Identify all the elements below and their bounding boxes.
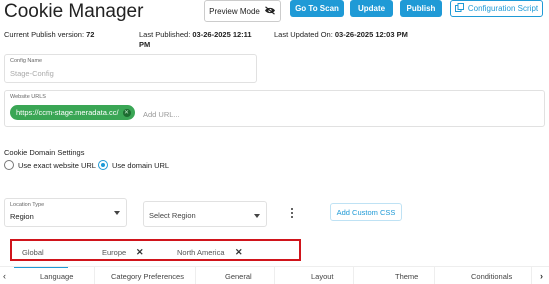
location-type-select[interactable]: Location Type Region [4, 198, 127, 227]
preview-mode-label: Preview Mode [209, 6, 260, 16]
last-published: Last Published: 03-26-2025 12:11 PM [139, 30, 263, 50]
go-to-scan-button[interactable]: Go To Scan [290, 0, 344, 17]
settings-tabs: ‹ Language Category Preferences General … [0, 266, 549, 284]
add-custom-css-button[interactable]: Add Custom CSS [330, 203, 402, 221]
tab-divider [531, 267, 532, 284]
chevron-down-icon [254, 214, 260, 218]
current-publish-value: 72 [86, 30, 95, 39]
last-updated-value: 03-26-2025 12:03 PM [334, 30, 408, 39]
tab-general[interactable]: General [225, 272, 252, 281]
last-updated-label: Last Updated On: [274, 30, 333, 39]
configuration-script-label: Configuration Script [467, 4, 539, 13]
config-name-label: Config Name [10, 58, 43, 64]
region-select-placeholder: Select Region [149, 211, 196, 220]
selected-regions: Global Europe ✕ North America ✕ [10, 239, 301, 261]
region-tag-global: Global [22, 248, 44, 257]
location-type-value: Region [10, 212, 34, 221]
last-published-label: Last Published: [139, 30, 191, 39]
tab-divider [94, 267, 95, 284]
page-title: Cookie Manager [4, 1, 144, 22]
tab-layout[interactable]: Layout [311, 272, 334, 281]
last-updated: Last Updated On: 03-26-2025 12:03 PM [274, 30, 424, 40]
remove-north-america-icon[interactable]: ✕ [235, 247, 243, 258]
config-name-field[interactable]: Config Name Stage-Config [4, 54, 257, 83]
tab-theme[interactable]: Theme [395, 272, 418, 281]
chip-remove-icon[interactable]: ✕ [122, 108, 131, 117]
chevron-right-icon[interactable]: › [540, 271, 543, 281]
radio-unchecked-icon[interactable] [4, 160, 14, 170]
region-select[interactable]: Select Region [143, 201, 267, 227]
eye-slash-icon [264, 5, 276, 17]
radio-exact-url-label: Use exact website URL [18, 160, 96, 170]
region-tag-europe: Europe [102, 248, 127, 257]
region-tag-north-america: North America [177, 248, 225, 257]
tab-divider [353, 267, 354, 284]
website-urls-field[interactable]: Website URLS https://ccm-stage.meradata.… [4, 90, 545, 127]
location-type-label: Location Type [10, 202, 45, 208]
active-tab-indicator [14, 267, 68, 268]
publish-button[interactable]: Publish [400, 0, 442, 17]
tab-divider [195, 267, 196, 284]
update-button[interactable]: Update [350, 0, 393, 17]
cookie-domain-settings-title: Cookie Domain Settings [4, 148, 85, 157]
url-chip[interactable]: https://ccm-stage.meradata.cc/ ✕ [10, 105, 135, 120]
tab-divider [274, 267, 275, 284]
copy-icon [454, 3, 464, 14]
remove-europe-icon[interactable]: ✕ [136, 247, 144, 258]
current-publish-label: Current Publish version: [4, 30, 85, 39]
configuration-script-button[interactable]: Configuration Script [450, 0, 543, 17]
chevron-down-icon [114, 211, 120, 215]
chevron-left-icon[interactable]: ‹ [3, 271, 6, 281]
tab-conditionals[interactable]: Conditionals [471, 272, 512, 281]
radio-checked-icon[interactable] [98, 160, 108, 170]
website-urls-label: Website URLS [10, 94, 46, 100]
config-name-value: Stage-Config [10, 69, 54, 78]
radio-exact-url[interactable]: Use exact website URL [4, 160, 96, 170]
radio-domain-url[interactable]: Use domain URL [98, 160, 169, 170]
current-publish-version: Current Publish version: 72 [4, 30, 94, 40]
more-options-icon[interactable] [290, 208, 294, 220]
url-chip-label: https://ccm-stage.meradata.cc/ [16, 108, 119, 117]
preview-mode-button[interactable]: Preview Mode [204, 0, 281, 22]
tab-language[interactable]: Language [40, 272, 73, 281]
tab-category-preferences[interactable]: Category Preferences [111, 272, 184, 281]
radio-domain-url-label: Use domain URL [112, 160, 170, 170]
add-url-input[interactable]: Add URL... [143, 110, 180, 119]
tab-divider [434, 267, 435, 284]
